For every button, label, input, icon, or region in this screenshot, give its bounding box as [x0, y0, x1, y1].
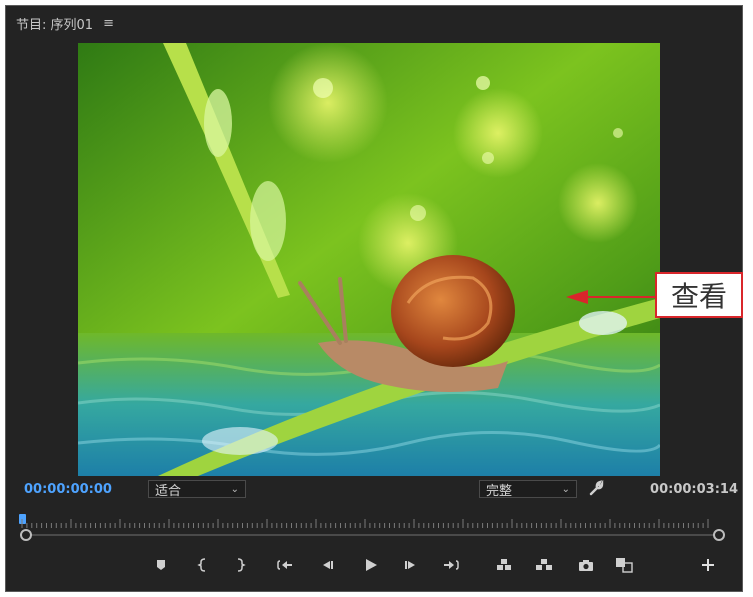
panel-title[interactable]: 节目: 序列01	[16, 14, 93, 33]
go-to-out-icon[interactable]	[440, 554, 462, 576]
compare-view-icon[interactable]	[613, 554, 635, 576]
extract-icon[interactable]	[533, 554, 555, 576]
callout-label-box: 查看	[655, 272, 743, 318]
callout-label: 查看	[670, 280, 727, 313]
step-back-icon[interactable]	[316, 554, 338, 576]
current-timecode[interactable]: 00:00:00:00	[24, 482, 112, 497]
chevron-down-icon: ⌄	[230, 483, 239, 495]
time-ruler[interactable]	[20, 518, 720, 528]
chevron-down-icon: ⌄	[561, 483, 570, 495]
mark-in-icon[interactable]	[192, 554, 214, 576]
camera-icon[interactable]	[575, 554, 597, 576]
plus-icon[interactable]	[697, 554, 719, 576]
mark-out-icon[interactable]	[229, 554, 251, 576]
panel-menu-icon[interactable]: ≡	[103, 16, 114, 31]
callout-line	[588, 296, 655, 298]
lift-icon[interactable]	[493, 554, 515, 576]
panel-title-bar: 节目: 序列01 ≡	[16, 14, 114, 33]
zoom-scroll-bar[interactable]	[20, 534, 720, 536]
snail-frame-image	[78, 43, 660, 476]
playback-resolution-value: 完整	[486, 483, 513, 499]
zoom-handle-left[interactable]	[20, 529, 32, 541]
marker-icon[interactable]	[150, 554, 172, 576]
go-to-in-icon[interactable]	[274, 554, 296, 576]
video-preview	[78, 43, 660, 476]
transport-controls	[150, 554, 714, 578]
duration-timecode: 00:00:03:14	[650, 482, 738, 497]
play-icon[interactable]	[360, 554, 382, 576]
wrench-icon[interactable]	[588, 479, 604, 496]
zoom-level-value: 适合	[155, 483, 182, 499]
zoom-handle-right[interactable]	[713, 529, 725, 541]
zoom-level-select[interactable]: 适合 ⌄	[148, 480, 246, 499]
step-forward-icon[interactable]	[400, 554, 422, 576]
callout-arrow	[566, 290, 588, 304]
playback-resolution-select[interactable]: 完整 ⌄	[479, 480, 577, 499]
